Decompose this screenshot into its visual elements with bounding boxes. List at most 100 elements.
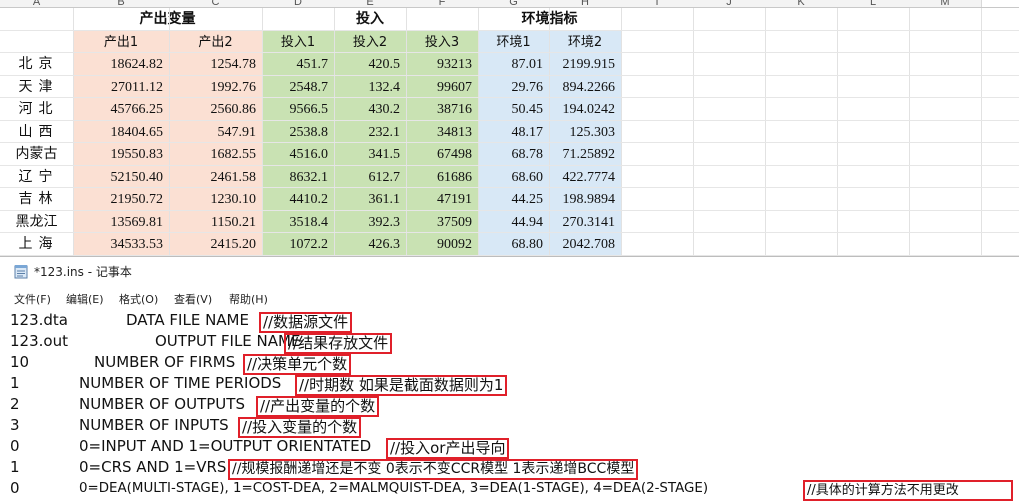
column-header-j[interactable]: J xyxy=(693,0,766,7)
table-cell[interactable]: 2538.8 xyxy=(262,121,334,144)
table-cell[interactable]: 27011.12 xyxy=(73,76,169,99)
table-cell[interactable]: 3518.4 xyxy=(262,211,334,234)
table-cell[interactable]: 547.91 xyxy=(169,121,262,144)
table-cell[interactable]: 9566.5 xyxy=(262,98,334,121)
table-cell[interactable]: 99607 xyxy=(406,76,478,99)
column-label[interactable]: 产出1 xyxy=(73,31,169,54)
table-cell[interactable]: 34813 xyxy=(406,121,478,144)
table-cell[interactable]: 2461.58 xyxy=(169,166,262,189)
table-cell[interactable]: 93213 xyxy=(406,53,478,76)
column-header-l[interactable]: L xyxy=(837,0,910,7)
table-cell[interactable]: 1150.21 xyxy=(169,211,262,234)
table-cell[interactable]: 29.76 xyxy=(478,76,549,99)
table-cell[interactable]: 68.78 xyxy=(478,143,549,166)
row-label[interactable]: 上海 xyxy=(0,233,73,256)
table-cell[interactable]: 2560.86 xyxy=(169,98,262,121)
table-cell[interactable]: 894.2266 xyxy=(549,76,621,99)
menu-help[interactable]: 帮助(H) xyxy=(229,291,268,307)
table-cell[interactable]: 132.4 xyxy=(334,76,406,99)
row-label[interactable]: 吉林 xyxy=(0,188,73,211)
table-cell[interactable]: 420.5 xyxy=(334,53,406,76)
table-cell[interactable]: 392.3 xyxy=(334,211,406,234)
column-header-i[interactable]: I xyxy=(621,0,694,7)
menu-edit[interactable]: 编辑(E) xyxy=(66,291,104,307)
row-label[interactable]: 山西 xyxy=(0,121,73,144)
table-cell[interactable]: 34533.53 xyxy=(73,233,169,256)
table-cell[interactable]: 4516.0 xyxy=(262,143,334,166)
column-header-d[interactable]: D xyxy=(262,0,335,7)
row-label[interactable]: 内蒙古 xyxy=(0,143,73,166)
table-cell[interactable]: 2548.7 xyxy=(262,76,334,99)
table-cell[interactable]: 50.45 xyxy=(478,98,549,121)
table-cell[interactable]: 13569.81 xyxy=(73,211,169,234)
table-cell[interactable]: 232.1 xyxy=(334,121,406,144)
table-cell[interactable]: 194.0242 xyxy=(549,98,621,121)
table-cell[interactable]: 67498 xyxy=(406,143,478,166)
column-header-k[interactable]: K xyxy=(765,0,838,7)
row-label[interactable]: 天津 xyxy=(0,76,73,99)
table-cell[interactable]: 2042.708 xyxy=(549,233,621,256)
column-header-b[interactable]: B xyxy=(73,0,170,7)
table-cell[interactable]: 52150.40 xyxy=(73,166,169,189)
table-cell[interactable]: 44.25 xyxy=(478,188,549,211)
column-header-g[interactable]: G xyxy=(478,0,550,7)
column-label[interactable]: 环境2 xyxy=(549,31,621,54)
column-header-h[interactable]: H xyxy=(549,0,622,7)
table-cell[interactable]: 4410.2 xyxy=(262,188,334,211)
column-header-c[interactable]: C xyxy=(169,0,263,7)
menu-view[interactable]: 查看(V) xyxy=(174,291,212,307)
table-cell[interactable]: 422.7774 xyxy=(549,166,621,189)
table-cell[interactable]: 21950.72 xyxy=(73,188,169,211)
column-header-m[interactable]: M xyxy=(909,0,982,7)
table-cell[interactable]: 8632.1 xyxy=(262,166,334,189)
table-cell[interactable]: 1072.2 xyxy=(262,233,334,256)
table-cell[interactable]: 430.2 xyxy=(334,98,406,121)
row-label[interactable]: 北京 xyxy=(0,53,73,76)
table-cell[interactable]: 45766.25 xyxy=(73,98,169,121)
table-cell[interactable]: 451.7 xyxy=(262,53,334,76)
table-cell[interactable]: 18624.82 xyxy=(73,53,169,76)
table-cell[interactable]: 44.94 xyxy=(478,211,549,234)
line-value: 3 xyxy=(10,416,20,434)
table-cell[interactable]: 37509 xyxy=(406,211,478,234)
table-cell[interactable]: 87.01 xyxy=(478,53,549,76)
table-cell[interactable]: 1682.55 xyxy=(169,143,262,166)
column-label[interactable]: 投入1 xyxy=(262,31,334,54)
column-header-f[interactable]: F xyxy=(406,0,479,7)
table-cell[interactable]: 19550.83 xyxy=(73,143,169,166)
table-cell[interactable]: 68.60 xyxy=(478,166,549,189)
table-cell[interactable]: 1992.76 xyxy=(169,76,262,99)
column-header-e[interactable]: E xyxy=(334,0,407,7)
table-cell[interactable]: 426.3 xyxy=(334,233,406,256)
column-label[interactable]: 产出2 xyxy=(169,31,262,54)
row-label[interactable]: 河北 xyxy=(0,98,73,121)
column-label[interactable]: 投入2 xyxy=(334,31,406,54)
table-cell[interactable]: 341.5 xyxy=(334,143,406,166)
ins-line-outputs: 2 NUMBER OF OUTPUTS //产出变量的个数 xyxy=(0,394,1019,417)
table-cell[interactable]: 125.303 xyxy=(549,121,621,144)
row-label[interactable]: 辽宁 xyxy=(0,166,73,189)
table-cell[interactable]: 90092 xyxy=(406,233,478,256)
table-cell[interactable]: 2199.915 xyxy=(549,53,621,76)
menu-file[interactable]: 文件(F) xyxy=(14,291,51,307)
column-label[interactable]: 投入3 xyxy=(406,31,478,54)
table-cell[interactable]: 18404.65 xyxy=(73,121,169,144)
table-cell[interactable]: 38716 xyxy=(406,98,478,121)
table-cell[interactable]: 68.80 xyxy=(478,233,549,256)
table-cell[interactable]: 48.17 xyxy=(478,121,549,144)
text-editor-area[interactable]: 123.dta DATA FILE NAME //数据源文件 123.out O… xyxy=(0,308,1019,504)
menu-format[interactable]: 格式(O) xyxy=(119,291,158,307)
table-cell[interactable]: 47191 xyxy=(406,188,478,211)
table-cell[interactable]: 612.7 xyxy=(334,166,406,189)
column-label[interactable]: 环境1 xyxy=(478,31,549,54)
row-label[interactable]: 黑龙江 xyxy=(0,211,73,234)
table-cell[interactable]: 198.9894 xyxy=(549,188,621,211)
table-cell[interactable]: 270.3141 xyxy=(549,211,621,234)
table-cell[interactable]: 361.1 xyxy=(334,188,406,211)
table-cell[interactable]: 2415.20 xyxy=(169,233,262,256)
table-cell[interactable]: 1254.78 xyxy=(169,53,262,76)
column-header-a[interactable]: A xyxy=(0,0,74,7)
table-cell[interactable]: 1230.10 xyxy=(169,188,262,211)
table-cell[interactable]: 71.25892 xyxy=(549,143,621,166)
table-cell[interactable]: 61686 xyxy=(406,166,478,189)
